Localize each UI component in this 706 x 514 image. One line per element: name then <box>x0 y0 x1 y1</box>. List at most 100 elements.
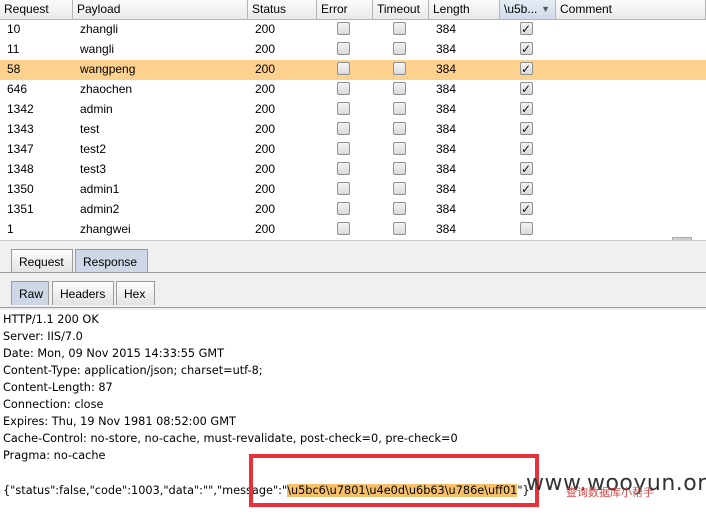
error-cell <box>317 80 373 100</box>
raw-response-view[interactable]: HTTP/1.1 200 OK Server: IIS/7.0 Date: Mo… <box>3 311 703 497</box>
response-length: 384 <box>436 62 457 76</box>
error-checkbox[interactable] <box>337 82 350 95</box>
column-header-payload[interactable]: Payload <box>73 0 248 19</box>
error-checkbox[interactable] <box>337 122 350 135</box>
response-length: 384 <box>436 142 457 156</box>
tabbar-divider <box>0 307 706 308</box>
request-number: 58 <box>7 62 21 76</box>
error-checkbox[interactable] <box>337 102 350 115</box>
timeout-checkbox[interactable] <box>393 102 406 115</box>
tab-response[interactable]: Response <box>75 249 148 273</box>
error-checkbox[interactable] <box>337 182 350 195</box>
payload-value: admin1 <box>80 182 120 196</box>
grep-match-checkbox[interactable] <box>520 140 533 158</box>
status-code: 200 <box>255 82 276 96</box>
timeout-cell <box>373 160 429 180</box>
grep-match-checkbox[interactable] <box>520 160 533 178</box>
watermark-subtext: 查询数据库小帮手 <box>566 486 654 499</box>
tab-raw[interactable]: Raw <box>11 281 49 305</box>
error-checkbox[interactable] <box>337 142 350 155</box>
timeout-checkbox[interactable] <box>393 202 406 215</box>
table-row[interactable]: 1 zhangwei 200 384 <box>0 220 706 240</box>
error-cell <box>317 200 373 220</box>
error-cell <box>317 20 373 40</box>
error-checkbox[interactable] <box>337 222 350 235</box>
timeout-checkbox[interactable] <box>393 142 406 155</box>
error-checkbox[interactable] <box>337 202 350 215</box>
response-header-line: Expires: Thu, 19 Nov 1981 08:52:00 GMT <box>3 415 236 428</box>
column-header-error[interactable]: Error <box>317 0 373 19</box>
grep-match-checkbox[interactable] <box>520 20 533 38</box>
error-cell <box>317 60 373 80</box>
response-header-line: Cache-Control: no-store, no-cache, must-… <box>3 432 458 445</box>
grep-match-cell <box>500 20 556 40</box>
grep-match-checkbox[interactable] <box>520 222 533 235</box>
column-header-length[interactable]: Length <box>429 0 500 19</box>
status-code: 200 <box>255 42 276 56</box>
table-row[interactable]: 1347 test2 200 384 <box>0 140 706 160</box>
error-checkbox[interactable] <box>337 42 350 55</box>
status-code: 200 <box>255 182 276 196</box>
error-checkbox[interactable] <box>337 162 350 175</box>
timeout-checkbox[interactable] <box>393 122 406 135</box>
tab-request[interactable]: Request <box>11 249 73 273</box>
table-row[interactable]: 11 wangli 200 384 <box>0 40 706 60</box>
timeout-checkbox[interactable] <box>393 162 406 175</box>
timeout-checkbox[interactable] <box>393 222 406 235</box>
timeout-checkbox[interactable] <box>393 62 406 75</box>
error-checkbox[interactable] <box>337 22 350 35</box>
grep-match-cell <box>500 60 556 80</box>
timeout-checkbox[interactable] <box>393 22 406 35</box>
timeout-checkbox[interactable] <box>393 42 406 55</box>
column-header-timeout[interactable]: Timeout <box>373 0 429 19</box>
grep-match-cell <box>500 40 556 60</box>
column-header-request[interactable]: Request <box>0 0 73 19</box>
timeout-checkbox[interactable] <box>393 182 406 195</box>
grep-match-checkbox[interactable] <box>520 200 533 218</box>
table-row[interactable]: 1351 admin2 200 384 <box>0 200 706 220</box>
annotation-red-box <box>249 454 539 507</box>
table-row[interactable]: 1343 test 200 384 <box>0 120 706 140</box>
table-row[interactable]: 1350 admin1 200 384 <box>0 180 706 200</box>
table-row[interactable]: 1348 test3 200 384 <box>0 160 706 180</box>
request-number: 1347 <box>7 142 34 156</box>
payload-value: test <box>80 122 100 136</box>
comment-value <box>556 100 706 120</box>
timeout-cell <box>373 80 429 100</box>
error-cell <box>317 160 373 180</box>
grep-match-cell <box>500 180 556 200</box>
status-code: 200 <box>255 142 276 156</box>
response-length: 384 <box>436 42 457 56</box>
column-header-comment[interactable]: Comment <box>556 0 706 19</box>
timeout-cell <box>373 200 429 220</box>
grep-match-checkbox[interactable] <box>520 180 533 198</box>
intruder-results-table: Request Payload Status Error Timeout Len… <box>0 0 706 240</box>
error-cell <box>317 140 373 160</box>
timeout-cell <box>373 120 429 140</box>
table-row[interactable]: 1342 admin 200 384 <box>0 100 706 120</box>
table-row[interactable]: 10 zhangli 200 384 <box>0 20 706 40</box>
status-code: 200 <box>255 22 276 36</box>
error-checkbox[interactable] <box>337 62 350 75</box>
comment-value <box>556 40 706 60</box>
column-header-status[interactable]: Status <box>248 0 317 19</box>
timeout-checkbox[interactable] <box>393 82 406 95</box>
table-row[interactable]: 646 zhaochen 200 384 <box>0 80 706 100</box>
tab-hex[interactable]: Hex <box>116 281 155 305</box>
comment-value <box>556 160 706 180</box>
grep-match-checkbox[interactable] <box>520 60 533 78</box>
grep-match-checkbox[interactable] <box>520 40 533 58</box>
grep-match-cell <box>500 120 556 140</box>
grep-match-cell <box>500 140 556 160</box>
tab-headers[interactable]: Headers <box>52 281 114 305</box>
payload-value: zhangli <box>80 22 119 36</box>
comment-value <box>556 140 706 160</box>
grep-match-cell <box>500 220 556 240</box>
grep-match-checkbox[interactable] <box>520 80 533 98</box>
request-number: 1 <box>7 222 14 236</box>
table-row[interactable]: 58 wangpeng 200 384 <box>0 60 706 80</box>
payload-value: zhaochen <box>80 82 133 96</box>
grep-match-checkbox[interactable] <box>520 100 533 118</box>
grep-match-checkbox[interactable] <box>520 120 533 138</box>
column-header-grep-match[interactable]: \u5b... ▼ <box>500 0 556 19</box>
